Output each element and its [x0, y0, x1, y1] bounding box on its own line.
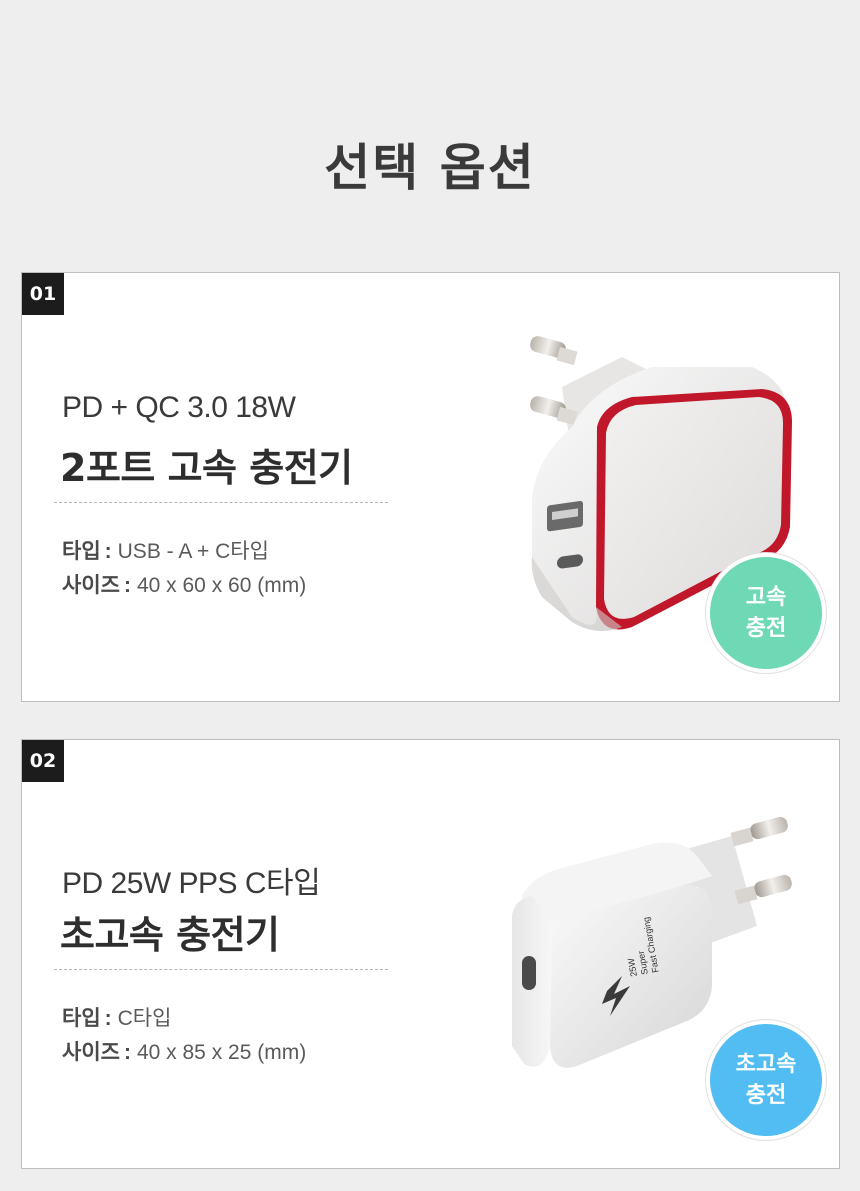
divider [54, 502, 388, 503]
spec-type: 타입: C타입 [62, 1002, 171, 1032]
fast-charge-badge: 고속 충전 [706, 553, 826, 673]
spec-size: 사이즈:40 x 60 x 60 (mm) [62, 569, 306, 599]
badge-line-2: 충전 [745, 616, 787, 641]
option-card-2[interactable]: 02 PD 25W PPS C타입 초고속 충전기 타입: C타입 사이즈:40 … [21, 739, 840, 1169]
spec-size-value: 40 x 60 x 60 (mm) [136, 574, 307, 597]
option-number-badge: 01 [22, 273, 64, 315]
option-number-badge: 02 [22, 740, 64, 782]
spec-type-value: USB - A + C타입 [117, 540, 269, 563]
badge-line-1: 고속 [745, 585, 787, 610]
spec-size-sep: : [123, 574, 131, 597]
spec-type-sep: : [104, 1007, 112, 1030]
option-subtitle: PD 25W PPS C타입 [62, 867, 321, 900]
spec-type-sep: : [104, 540, 112, 563]
spec-size-key: 사이즈 [62, 574, 120, 597]
option-title: 초고속 충전기 [60, 913, 280, 957]
super-fast-charge-badge: 초고속 충전 [706, 1020, 826, 1140]
option-card-1[interactable]: 01 PD + QC 3.0 18W 2포트 고속 충전기 타입: USB - A… [21, 272, 840, 702]
divider [54, 969, 388, 970]
spec-type: 타입: USB - A + C타입 [62, 535, 269, 565]
page-title: 선택 옵션 [324, 139, 536, 197]
spec-type-value: C타입 [117, 1007, 172, 1030]
spec-size: 사이즈:40 x 85 x 25 (mm) [62, 1036, 306, 1066]
spec-type-key: 타입 [62, 540, 101, 563]
spec-size-value: 40 x 85 x 25 (mm) [136, 1041, 307, 1064]
badge-line-2: 충전 [745, 1083, 787, 1108]
option-subtitle: PD + QC 3.0 18W [62, 391, 296, 424]
badge-line-1: 초고속 [735, 1052, 797, 1077]
spec-type-key: 타입 [62, 1007, 101, 1030]
spec-size-sep: : [123, 1041, 131, 1064]
spec-size-key: 사이즈 [62, 1041, 120, 1064]
option-title: 2포트 고속 충전기 [60, 446, 353, 490]
